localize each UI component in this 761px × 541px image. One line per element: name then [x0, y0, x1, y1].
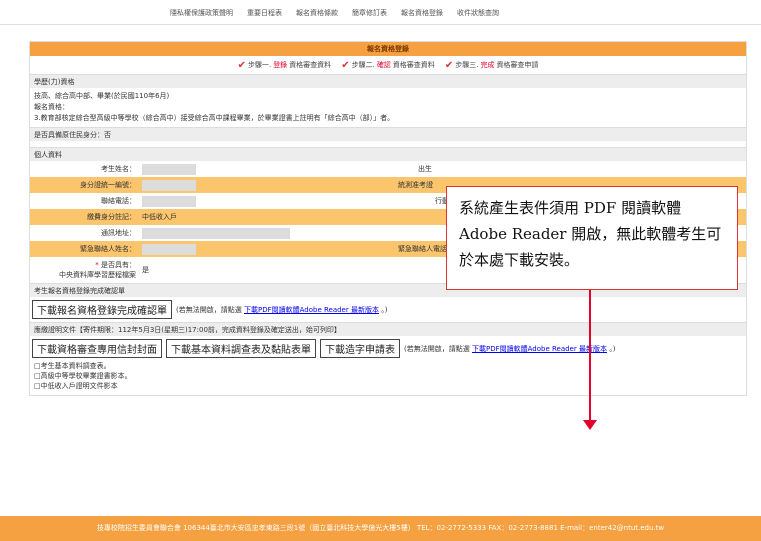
nav-schedule[interactable]: 重要日程表	[247, 6, 282, 20]
indigenous-status: 是否具備原住民身分：否	[30, 127, 746, 141]
education-body: 技高、綜合高中部、畢業(於民國110年6月) 報名資格： 3.教育部核定綜合型高…	[30, 88, 746, 127]
docs-row: 下載資格審查專用信封封面 下載基本資料調查表及黏貼表單 下載造字申請表 (若無法…	[30, 336, 746, 361]
step-2-pre: 步驟二.	[351, 61, 375, 69]
confirm-note-post: 。)	[381, 305, 388, 314]
education-line-3: 3.教育部核定綜合型高級中等學校（綜合高中）接受綜合高中課程畢業，於畢業證書上註…	[34, 114, 395, 122]
education-heading: 學歷(力)資格	[30, 74, 746, 88]
docs-heading: 應繳證明文件【寄件期限：112年5月3日(星期三)17:00前，完成資料登錄及確…	[30, 322, 746, 336]
download-basic-form-button[interactable]: 下載基本資料調查表及黏貼表單	[166, 339, 316, 358]
step-3: ✔ 步驟三. 完成 資格審查申請	[445, 60, 539, 71]
value-address	[142, 227, 290, 239]
download-confirm-button[interactable]: 下載報名資格登錄完成確認單	[32, 300, 172, 319]
education-line-1: 技高、綜合高中部、畢業(於民國110年6月)	[34, 92, 170, 100]
step-1: ✔ 步驟一. 登錄 資格審查資料	[238, 60, 332, 71]
confirm-note: (若無法開啟，請點選 下載PDF閱讀軟體Adobe Reader 最新版本 。)	[176, 305, 387, 315]
nav-status[interactable]: 收件狀態查詢	[457, 6, 499, 20]
footer: 技專校院招生委員會聯合會 106344臺北市大安區忠孝東路三段1號（國立臺北科技…	[0, 516, 761, 541]
list-item: □高級中等學校畢業證書影本。	[34, 372, 132, 380]
nav-privacy[interactable]: 隱私權保護政策聲明	[170, 6, 233, 20]
download-char-request-button[interactable]: 下載造字申請表	[320, 339, 400, 358]
adobe-link[interactable]: 下載PDF閱讀軟體Adobe Reader 最新版本	[472, 345, 607, 353]
steps-bar: ✔ 步驟一. 登錄 資格審查資料 ✔ 步驟二. 確認 資格審查資料 ✔ 步驟三.…	[30, 56, 746, 74]
nav-revisions[interactable]: 簡章修訂表	[352, 6, 387, 20]
step-1-hl: 登錄	[273, 61, 288, 69]
nav-terms[interactable]: 報名資格條款	[296, 6, 338, 20]
label-central-1: 是否具有：	[101, 261, 136, 269]
step-3-hl: 完成	[480, 61, 495, 69]
download-envelope-button[interactable]: 下載資格審查專用信封封面	[32, 339, 162, 358]
label-central: * 是否具有： 中央資料庫學習歷程檔案	[30, 260, 142, 280]
check-icon: ✔	[237, 59, 246, 71]
value-phone	[142, 195, 196, 207]
label-phone: 聯絡電話：	[101, 197, 136, 205]
docs-note-pre: (若無法開啟，請點選	[404, 344, 470, 353]
row-name: 考生姓名： 出生	[30, 161, 746, 177]
label-address: 通訊地址：	[101, 229, 136, 237]
label-household: 繳費身分註記：	[87, 213, 136, 221]
docs-note-post: 。)	[609, 344, 616, 353]
list-item: □考生基本資料調查表。	[34, 362, 111, 370]
label-birth: 出生	[418, 165, 432, 173]
label-central-2: 中央資料庫學習歷程檔案	[59, 271, 136, 279]
label-contact: 緊急聯絡人姓名：	[80, 245, 136, 253]
step-2: ✔ 步驟二. 確認 資格審查資料	[341, 60, 435, 71]
divider	[0, 24, 761, 25]
page-title: 報名資格登錄	[30, 42, 746, 56]
value-central: 是	[142, 266, 149, 274]
confirm-row: 下載報名資格登錄完成確認單 (若無法開啟，請點選 下載PDF閱讀軟體Adobe …	[30, 297, 746, 322]
top-nav: 隱私權保護政策聲明 重要日程表 報名資格條款 簡章修訂表 報名資格登錄 收件狀態…	[170, 6, 499, 20]
education-line-2: 報名資格：	[34, 103, 69, 111]
callout-note: 系統產生表件須用 PDF 閱讀軟體 Adobe Reader 開啟，無此軟體考生…	[446, 186, 738, 290]
docs-list: □考生基本資料調查表。 □高級中等學校畢業證書影本。 □中低收入戶證明文件影本	[30, 361, 746, 395]
step-1-post: 資格審查資料	[289, 61, 332, 69]
check-icon: ✔	[341, 59, 350, 71]
value-id	[142, 179, 196, 191]
label-exam-no: 統測准考證	[398, 181, 433, 189]
label-name: 考生姓名：	[101, 165, 136, 173]
nav-register[interactable]: 報名資格登錄	[401, 6, 443, 20]
docs-note: (若無法開啟，請點選 下載PDF閱讀軟體Adobe Reader 最新版本 。)	[404, 344, 615, 354]
confirm-note-pre: (若無法開啟，請點選	[176, 305, 242, 314]
step-2-hl: 確認	[376, 61, 391, 69]
value-contact	[142, 243, 196, 255]
adobe-link[interactable]: 下載PDF閱讀軟體Adobe Reader 最新版本	[244, 306, 379, 314]
label-id: 身分證統一編號：	[80, 181, 136, 189]
value-name	[142, 163, 196, 175]
step-2-post: 資格審查資料	[392, 61, 435, 69]
step-3-pre: 步驟三.	[455, 61, 479, 69]
required-mark: *	[95, 261, 99, 269]
arrow-line	[589, 290, 591, 423]
arrow-down-icon	[583, 420, 597, 430]
check-icon: ✔	[444, 59, 454, 71]
step-3-post: 資格審查申請	[496, 61, 539, 69]
step-1-pre: 步驟一.	[247, 61, 272, 69]
personal-heading: 個人資料	[30, 147, 746, 161]
list-item: □中低收入戶證明文件影本	[34, 382, 118, 390]
value-household: 中低收入戶	[142, 213, 177, 221]
